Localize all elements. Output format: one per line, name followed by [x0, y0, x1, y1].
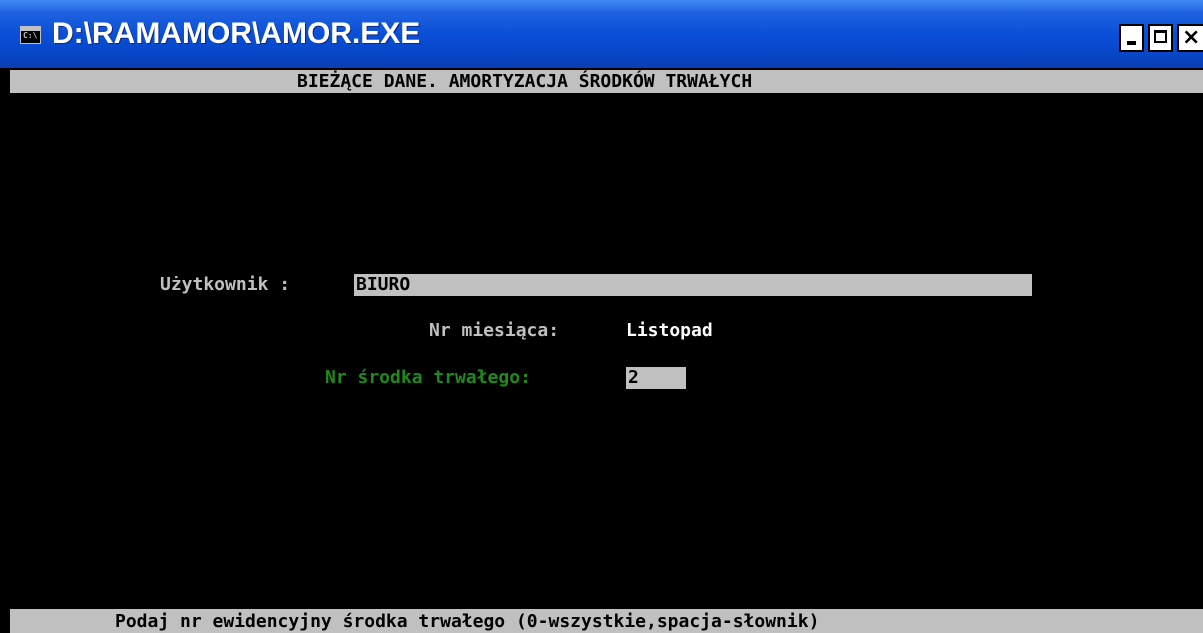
window-title: D:\RAMAMOR\AMOR.EXE [52, 17, 421, 50]
minimize-button[interactable] [1119, 24, 1144, 52]
user-field[interactable]: BIURO [354, 274, 1032, 296]
month-label: Nr miesiąca: [429, 320, 560, 341]
maximize-icon [1154, 30, 1167, 43]
month-value: Listopad [626, 320, 713, 341]
header-bar: BIEŻĄCE DANE. AMORTYZACJA ŚRODKÓW TRWAŁY… [10, 70, 1203, 93]
asset-number-input[interactable]: 2 [626, 367, 686, 389]
user-label: Użytkownik : [160, 274, 291, 295]
close-icon: × [1182, 25, 1201, 50]
title-bar[interactable]: C:\ D:\RAMAMOR\AMOR.EXE × [0, 0, 1203, 68]
status-bar: Podaj nr ewidencyjny środka trwałego (0-… [10, 609, 1203, 633]
console-window: C:\ D:\RAMAMOR\AMOR.EXE × BIEŻĄCE DANE. … [0, 0, 1203, 633]
asset-number-value: 2 [628, 367, 639, 388]
console-area[interactable]: BIEŻĄCE DANE. AMORTYZACJA ŚRODKÓW TRWAŁY… [10, 68, 1203, 633]
maximize-button[interactable] [1148, 24, 1173, 52]
icon-prompt-glyph: C:\ [23, 31, 38, 40]
screen-title: BIEŻĄCE DANE. AMORTYZACJA ŚRODKÓW TRWAŁY… [297, 71, 753, 92]
user-value: BIURO [356, 274, 411, 295]
console-window-icon[interactable]: C:\ [20, 26, 41, 44]
asset-number-label: Nr środka trwałego: [325, 367, 531, 388]
close-button[interactable]: × [1177, 24, 1203, 52]
status-hint: Podaj nr ewidencyjny środka trwałego (0-… [115, 611, 820, 632]
minimize-icon [1127, 41, 1136, 45]
